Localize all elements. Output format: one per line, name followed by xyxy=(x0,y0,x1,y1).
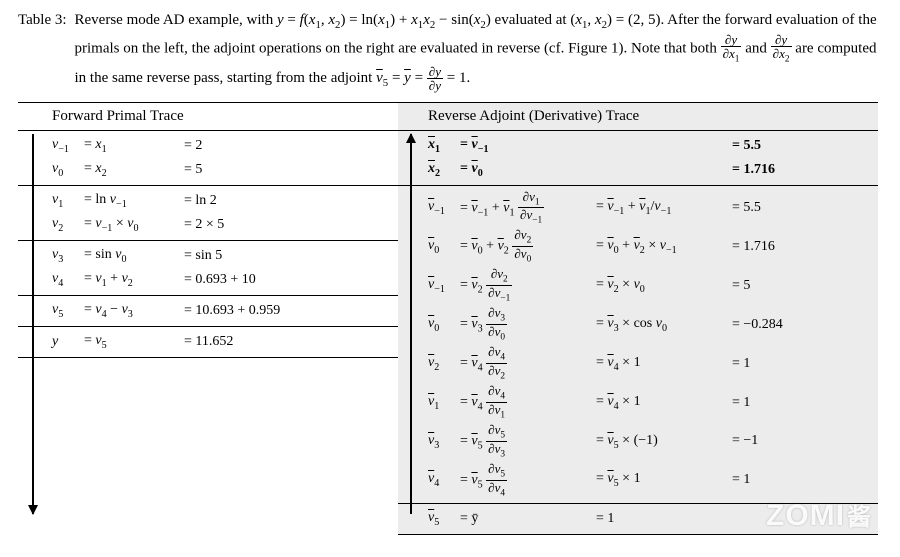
mid-cell: = v5 × 1 xyxy=(596,471,732,489)
mid-cell: = v−1 + v1/v−1 xyxy=(596,199,732,217)
expr-cell: = v3 ∂v3∂v0 xyxy=(460,306,596,343)
expr-cell: = v−1 × v0 xyxy=(84,216,184,234)
var-cell: v4 xyxy=(52,271,84,289)
expr-cell: = v1 + v2 xyxy=(84,271,184,289)
expr-cell: = ȳ xyxy=(460,511,596,527)
table-caption: Table 3: Reverse mode AD example, with y… xyxy=(18,10,882,92)
var-cell: v5 xyxy=(52,302,84,320)
var-cell: v4 xyxy=(428,471,460,489)
table-row: y= v5= 11.652 xyxy=(18,330,398,354)
expr-cell: = v4 ∂v4∂v1 xyxy=(460,384,596,421)
table-row: v4= v1 + v2= 0.693 + 10 xyxy=(18,268,398,292)
expr-cell: = x2 xyxy=(84,161,184,179)
table-row: v4= v5 ∂v5∂v4= v5 × 1= 1 xyxy=(398,461,878,500)
table-row: v−1= v−1 + v1 ∂v1∂v−1= v−1 + v1/v−1= 5.5 xyxy=(398,189,878,228)
expr-cell: = x1 xyxy=(84,137,184,155)
table-row: v2= v4 ∂v4∂v2= v4 × 1= 1 xyxy=(398,344,878,383)
var-cell: v3 xyxy=(52,247,84,265)
value-cell: = 1.716 xyxy=(732,239,868,255)
table-row: v1= ln v−1= ln 2 xyxy=(18,189,398,213)
expr-cell: = v−1 xyxy=(460,137,596,155)
value-cell: = 5.5 xyxy=(732,138,868,154)
value-cell: = 10.693 + 0.959 xyxy=(184,303,392,319)
expr-cell: = v0 xyxy=(460,161,596,179)
tables-container: Forward Primal Trace v−1= x1= 2v0= x2= 5… xyxy=(18,102,882,535)
mid-cell: = v0 + v2 × v−1 xyxy=(596,238,732,256)
down-arrow-icon xyxy=(32,134,34,514)
value-cell: = 5.5 xyxy=(732,200,868,216)
reverse-header: Reverse Adjoint (Derivative) Trace xyxy=(398,102,878,131)
value-cell: = 1 xyxy=(732,356,868,372)
var-cell: v1 xyxy=(428,394,460,412)
value-cell: = 2 xyxy=(184,138,392,154)
var-cell: v−1 xyxy=(428,199,460,217)
mid-cell: = v5 × (−1) xyxy=(596,433,732,451)
value-cell: = −0.284 xyxy=(732,317,868,333)
table-row: x1= v−1 = 5.5 xyxy=(398,134,878,158)
reverse-trace-table: Reverse Adjoint (Derivative) Trace x1= v… xyxy=(398,102,878,535)
var-cell: v2 xyxy=(428,355,460,373)
mid-cell: = v4 × 1 xyxy=(596,394,732,412)
table-row: v3= v5 ∂v5∂v3= v5 × (−1)= −1 xyxy=(398,422,878,461)
table-row: v0= v3 ∂v3∂v0= v3 × cos v0= −0.284 xyxy=(398,305,878,344)
value-cell: = 5 xyxy=(732,278,868,294)
up-arrow-icon xyxy=(410,134,412,514)
table-label: Table 3: xyxy=(18,10,75,92)
var-cell: v−1 xyxy=(52,137,84,155)
table-row: v−1= v2 ∂v2∂v−1= v2 × v0= 5 xyxy=(398,266,878,305)
expr-cell: = ln v−1 xyxy=(84,192,184,210)
expr-cell: = sin v0 xyxy=(84,247,184,265)
value-cell: = 2 × 5 xyxy=(184,217,392,233)
var-cell: v1 xyxy=(52,192,84,210)
value-cell: = 1 xyxy=(732,395,868,411)
var-cell: v5 xyxy=(428,510,460,528)
value-cell: = 0.693 + 10 xyxy=(184,272,392,288)
table-row: v0= v0 + v2 ∂v2∂v0= v0 + v2 × v−1= 1.716 xyxy=(398,227,878,266)
expr-cell: = v2 ∂v2∂v−1 xyxy=(460,267,596,304)
var-cell: v0 xyxy=(428,238,460,256)
table-row: v0= x2= 5 xyxy=(18,158,398,182)
watermark-text: ZOMI酱 xyxy=(766,497,872,533)
forward-trace-table: Forward Primal Trace v−1= x1= 2v0= x2= 5… xyxy=(18,102,398,535)
expr-cell: = v4 ∂v4∂v2 xyxy=(460,345,596,382)
expr-cell: = v5 xyxy=(84,333,184,351)
table-row: v3= sin v0= sin 5 xyxy=(18,244,398,268)
mid-cell: = v3 × cos v0 xyxy=(596,316,732,334)
value-cell: = 1 xyxy=(732,472,868,488)
expr-cell: = v0 + v2 ∂v2∂v0 xyxy=(460,228,596,265)
var-cell: y xyxy=(52,334,84,350)
table-row: v1= v4 ∂v4∂v1= v4 × 1= 1 xyxy=(398,383,878,422)
var-cell: v0 xyxy=(52,161,84,179)
var-cell: x2 xyxy=(428,161,460,179)
expr-cell: = v5 ∂v5∂v3 xyxy=(460,423,596,460)
table-row: v5= v4 − v3= 10.693 + 0.959 xyxy=(18,299,398,323)
expr-cell: = v5 ∂v5∂v4 xyxy=(460,462,596,499)
value-cell: = 11.652 xyxy=(184,334,392,350)
value-cell: = sin 5 xyxy=(184,248,392,264)
value-cell: = −1 xyxy=(732,433,868,449)
table-row: v−1= x1= 2 xyxy=(18,134,398,158)
var-cell: v0 xyxy=(428,316,460,334)
var-cell: v2 xyxy=(52,216,84,234)
var-cell: v−1 xyxy=(428,277,460,295)
var-cell: v3 xyxy=(428,433,460,451)
mid-cell: = 1 xyxy=(596,511,732,527)
table-row: v2= v−1 × v0= 2 × 5 xyxy=(18,213,398,237)
mid-cell: = v2 × v0 xyxy=(596,277,732,295)
value-cell: = 1.716 xyxy=(732,162,868,178)
forward-header: Forward Primal Trace xyxy=(18,102,398,131)
var-cell: x1 xyxy=(428,137,460,155)
value-cell: = 5 xyxy=(184,162,392,178)
expr-cell: = v−1 + v1 ∂v1∂v−1 xyxy=(460,190,596,227)
mid-cell: = v4 × 1 xyxy=(596,355,732,373)
value-cell: = ln 2 xyxy=(184,193,392,209)
expr-cell: = v4 − v3 xyxy=(84,302,184,320)
table-caption-text: Reverse mode AD example, with y = f(x1, … xyxy=(75,10,882,92)
table-row: x2= v0 = 1.716 xyxy=(398,158,878,182)
